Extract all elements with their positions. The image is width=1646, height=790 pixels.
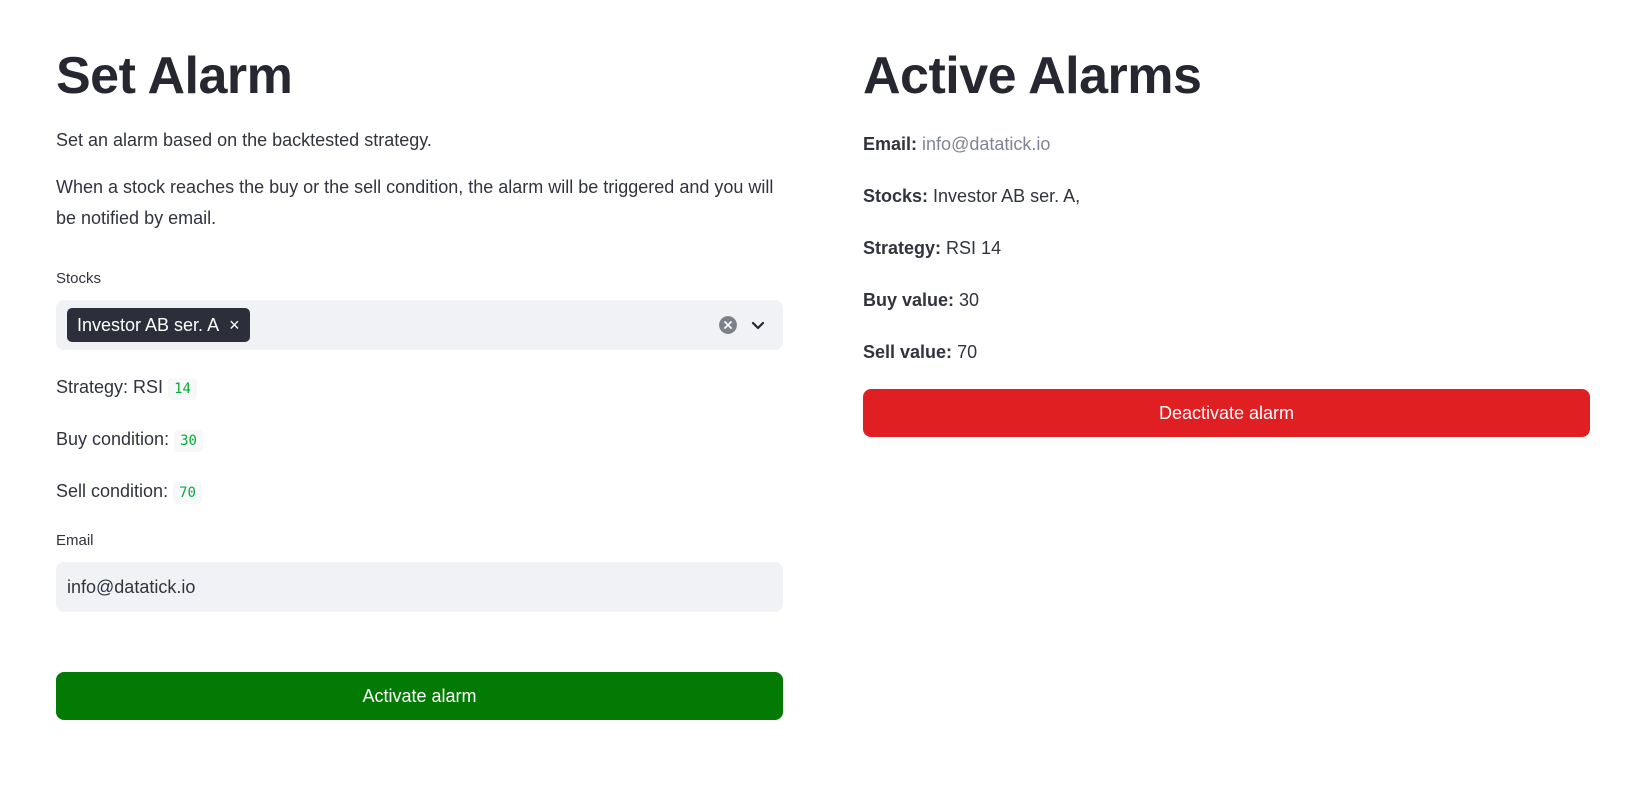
chevron-down-icon[interactable] — [749, 316, 767, 334]
active-strategy-value: RSI 14 — [946, 238, 1002, 258]
buy-condition-value: 30 — [174, 430, 203, 452]
buy-condition-row: Buy condition: 30 — [56, 424, 203, 457]
active-buy-label: Buy value: — [863, 290, 955, 310]
description-text: When a stock reaches the buy or the sell… — [56, 177, 774, 228]
clear-circle-icon[interactable] — [719, 316, 737, 334]
deactivate-alarm-button[interactable]: Deactivate alarm — [863, 389, 1590, 437]
close-icon[interactable]: × — [229, 316, 240, 334]
active-email-value: info@datatick.io — [922, 134, 1051, 154]
active-alarms-title: Active Alarms — [863, 47, 1202, 105]
active-sell-value: 70 — [957, 342, 978, 362]
sell-condition-label: Sell condition: — [56, 481, 169, 501]
active-strategy-label: Strategy: — [863, 238, 942, 258]
active-stocks-label: Stocks: — [863, 186, 929, 206]
active-email-label: Email: — [863, 134, 918, 154]
app-page: Set Alarm Set an alarm based on the back… — [0, 0, 1646, 790]
email-input[interactable] — [56, 562, 783, 612]
activate-alarm-button[interactable]: Activate alarm — [56, 672, 783, 720]
active-stocks-value: Investor AB ser. A, — [933, 186, 1081, 206]
stocks-label: Stocks — [56, 270, 102, 287]
active-sell-row: Sell value: 70 — [863, 337, 977, 368]
set-alarm-title: Set Alarm — [56, 47, 293, 105]
active-strategy-row: Strategy: RSI 14 — [863, 233, 1001, 264]
sell-condition-row: Sell condition: 70 — [56, 476, 202, 509]
active-sell-label: Sell value: — [863, 342, 953, 362]
stocks-multiselect[interactable]: Investor AB ser. A × — [56, 300, 783, 350]
active-buy-value: 30 — [959, 290, 980, 310]
active-stocks-row: Stocks: Investor AB ser. A, — [863, 181, 1080, 212]
stock-tag-label: Investor AB ser. A — [77, 314, 220, 335]
active-email-row: Email: info@datatick.io — [863, 129, 1050, 160]
strategy-label: Strategy: RSI — [56, 377, 164, 397]
email-label: Email — [56, 532, 94, 549]
stock-tag: Investor AB ser. A × — [67, 308, 250, 342]
strategy-row: Strategy: RSI 14 — [56, 372, 197, 405]
strategy-value: 14 — [168, 378, 197, 400]
sell-condition-value: 70 — [173, 482, 202, 504]
buy-condition-label: Buy condition: — [56, 429, 170, 449]
active-buy-row: Buy value: 30 — [863, 285, 979, 316]
intro-text: Set an alarm based on the backtested str… — [56, 130, 432, 150]
